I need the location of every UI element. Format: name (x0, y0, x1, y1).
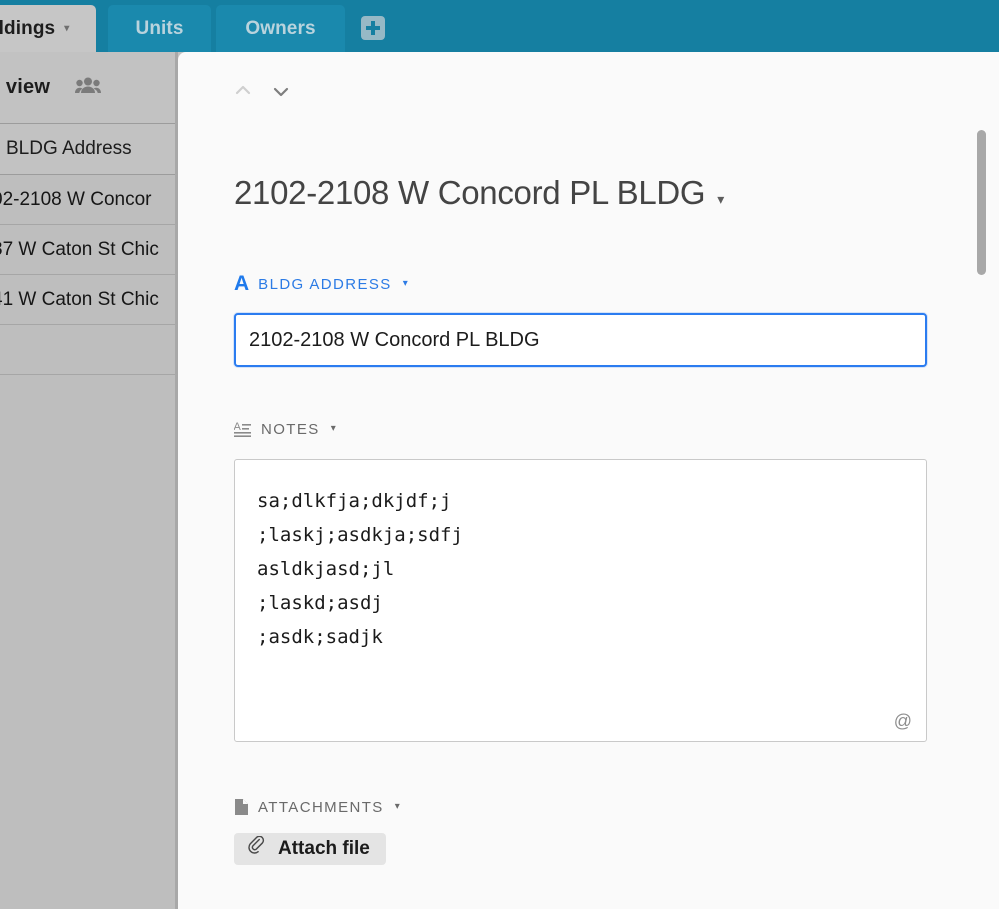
single-line-text-icon: A (234, 272, 250, 295)
field-attachments: ATTACHMENTS ▾ Attach file (234, 797, 934, 865)
chevron-down-icon[interactable]: ▾ (64, 23, 69, 34)
field-label-notes: NOTES (261, 420, 320, 438)
add-table-button[interactable] (361, 16, 385, 40)
long-text-icon: A (234, 420, 252, 438)
people-icon[interactable] (75, 76, 102, 99)
chevron-down-icon[interactable]: ▾ (403, 279, 408, 289)
field-notes: A NOTES ▾ sa;dlkfja;dkjdf;j ;laskj;asdkj… (234, 419, 934, 742)
grid-view-name[interactable]: rid view (0, 76, 50, 99)
scrollbar-track[interactable] (977, 52, 993, 909)
scrollbar-thumb[interactable] (977, 130, 986, 275)
tab-units[interactable]: Units (108, 5, 211, 52)
page-title[interactable]: 2102-2108 W Concord PL BLDG (234, 174, 706, 212)
expanded-record-modal: 2102-2108 W Concord PL BLDG ▾ A BLDG ADD… (178, 52, 999, 909)
cell-bldg-address[interactable]: 41 W Caton St Chic (0, 289, 159, 311)
chevron-down-icon[interactable]: ▾ (717, 192, 724, 206)
field-label-bldg-address: BLDG ADDRESS (258, 275, 392, 293)
cell-bldg-address[interactable]: 37 W Caton St Chic (0, 239, 159, 261)
field-label-attachments: ATTACHMENTS (258, 798, 384, 816)
table-tab-bar: ldings ▾ Units Owners (0, 0, 999, 52)
column-header-bldg-address[interactable]: BLDG Address (6, 138, 132, 160)
field-label-row: A BLDG ADDRESS ▾ (234, 272, 934, 295)
file-icon (234, 798, 249, 816)
svg-text:A: A (234, 421, 242, 433)
attach-file-button[interactable]: Attach file (234, 833, 386, 865)
field-bldg-address: A BLDG ADDRESS ▾ (234, 272, 934, 367)
plus-icon-bar (366, 26, 380, 30)
chevron-down-icon[interactable]: ▾ (395, 802, 400, 812)
paperclip-icon (246, 835, 266, 862)
field-label-row: A NOTES ▾ (234, 419, 934, 439)
chevron-up-icon[interactable] (232, 80, 254, 102)
notes-textarea[interactable]: sa;dlkfja;dkjdf;j ;laskj;asdkja;sdfj asl… (234, 459, 927, 742)
tab-buildings-label: ldings (0, 17, 56, 39)
chevron-down-icon[interactable] (270, 80, 292, 102)
tab-owners[interactable]: Owners (216, 5, 345, 52)
record-title-row: 2102-2108 W Concord PL BLDG ▾ (234, 174, 724, 212)
tab-buildings[interactable]: ldings ▾ (0, 5, 96, 52)
attach-file-label: Attach file (278, 838, 370, 859)
record-navigation (232, 80, 292, 102)
field-label-row: ATTACHMENTS ▾ (234, 797, 934, 817)
bldg-address-input[interactable] (234, 313, 927, 367)
notes-value: sa;dlkfja;dkjdf;j ;laskj;asdkja;sdfj asl… (257, 490, 463, 648)
cell-bldg-address[interactable]: 02-2108 W Concor (0, 189, 151, 211)
tab-units-label: Units (135, 17, 184, 39)
mention-icon[interactable]: @ (894, 712, 912, 730)
tab-owners-label: Owners (245, 17, 316, 39)
chevron-down-icon[interactable]: ▾ (331, 424, 336, 434)
